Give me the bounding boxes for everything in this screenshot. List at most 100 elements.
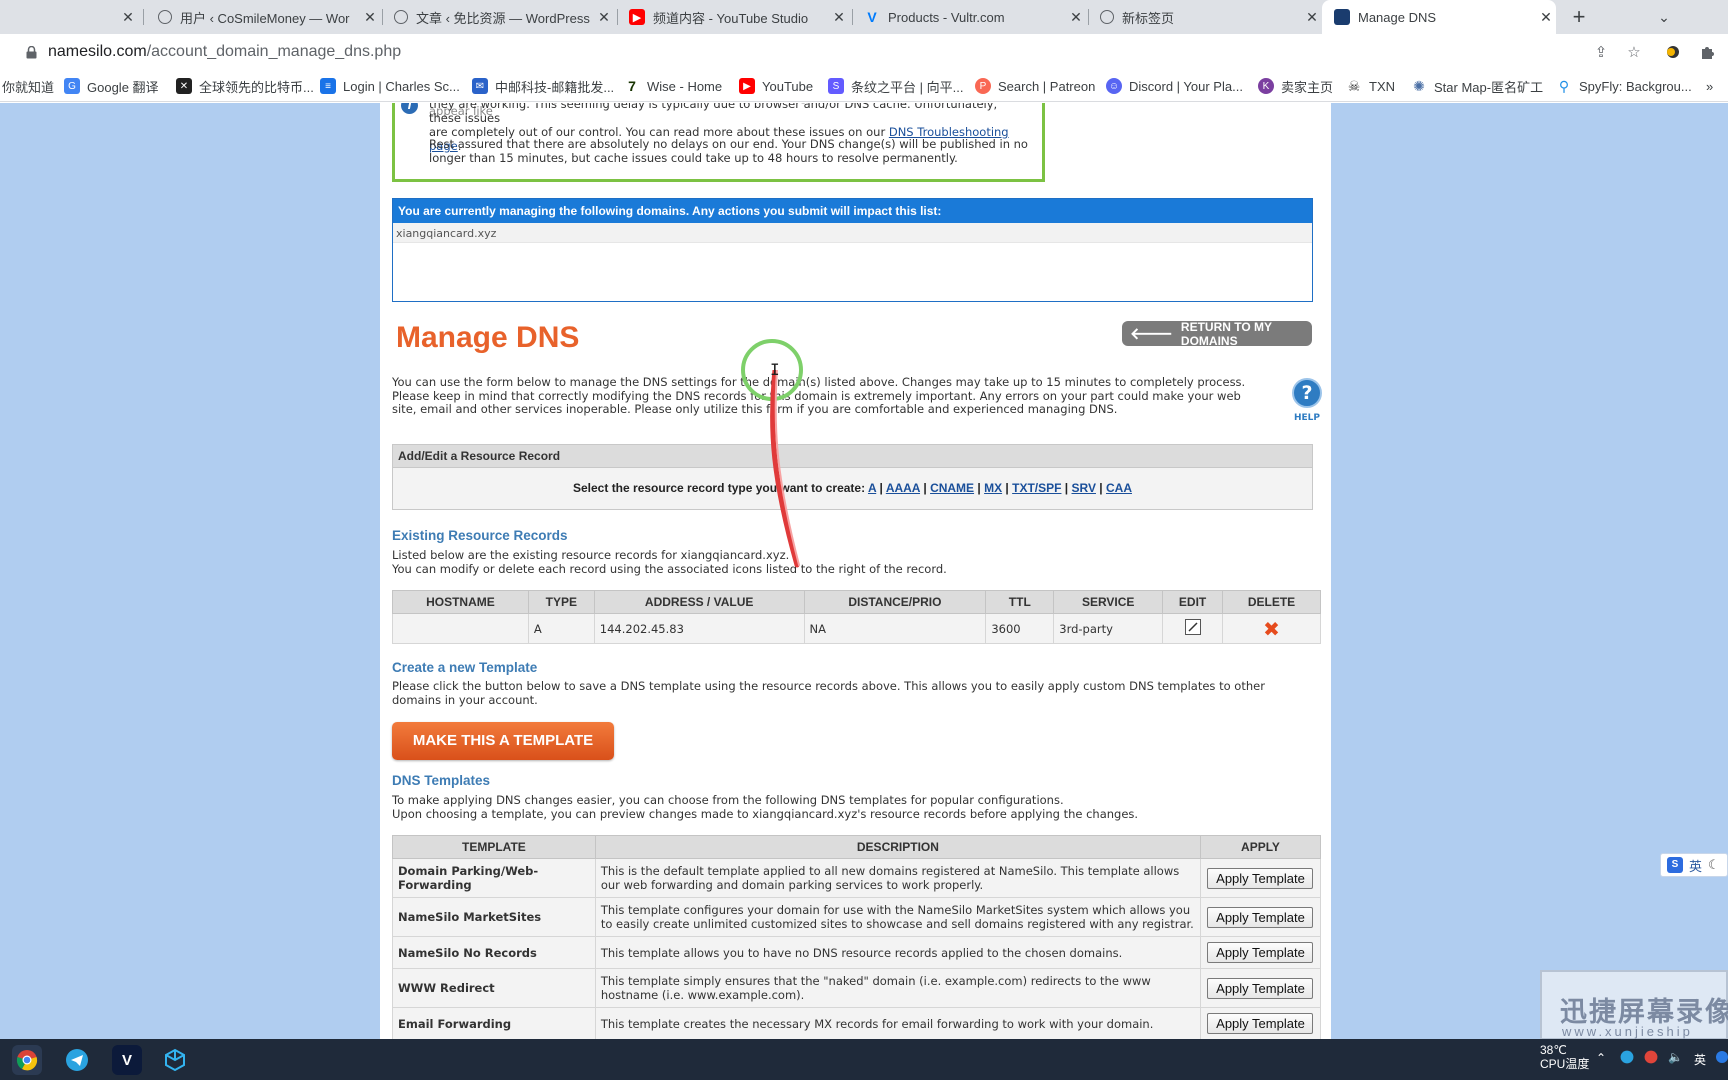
bitcoin-site-icon: ✕ — [176, 78, 192, 94]
share-icon[interactable]: ⇪ — [1591, 42, 1611, 62]
record-type-a-link[interactable]: A — [868, 481, 876, 495]
tab-close-button[interactable]: ✕ — [118, 0, 134, 34]
existing-records-title: Existing Resource Records — [392, 528, 568, 543]
bookmark-item[interactable]: G Google 翻译 — [64, 76, 159, 96]
record-type-aaaa-link[interactable]: AAAA — [886, 481, 920, 495]
ime-toolbar[interactable]: S 英 ☾ — [1660, 853, 1728, 877]
tab-youtube-studio[interactable]: ▶ 频道内容 - YouTube Studio ✕ — [629, 0, 849, 34]
apply-template-button[interactable]: Apply Template — [1207, 867, 1314, 889]
record-type-txt-link[interactable]: TXT/SPF — [1012, 481, 1061, 495]
tab-strip: ✕ 用户 ‹ CoSmileMoney — Wor ✕ 文章 ‹ 免比资源 — … — [0, 0, 1728, 34]
apply-template-button[interactable]: Apply Template — [1207, 1013, 1314, 1034]
ime-indicator[interactable]: 英 — [1694, 1051, 1706, 1080]
table-header-row: HOSTNAME TYPE ADDRESS / VALUE DISTANCE/P… — [392, 590, 1321, 614]
apply-template-button[interactable]: Apply Template — [1207, 942, 1314, 963]
star-map-icon: ✺ — [1413, 77, 1425, 94]
tab-new-tab[interactable]: 新标签页 ✕ — [1100, 0, 1322, 34]
bookmark-star-icon[interactable]: ☆ — [1624, 42, 1644, 62]
tab-close-icon[interactable]: ✕ — [360, 9, 380, 26]
chrome-icon — [1100, 10, 1114, 24]
bookmark-item[interactable]: P Search | Patreon — [975, 76, 1095, 96]
bookmark-item[interactable]: ≡ Login | Charles Sc... — [320, 76, 460, 96]
charles-schwab-icon: ≡ — [320, 78, 336, 94]
tab-search-chevron-icon[interactable]: ⌄ — [1652, 4, 1676, 30]
table-row: Email Forwarding This template creates t… — [392, 1007, 1322, 1039]
address-bar[interactable]: namesilo.com/account_domain_manage_dns.p… — [14, 36, 1629, 68]
tab-wordpress[interactable]: 文章 ‹ 免比资源 — WordPress ✕ — [394, 0, 614, 34]
make-template-button[interactable]: MAKE THIS A TEMPLATE — [392, 722, 614, 760]
google-translate-icon: G — [64, 78, 80, 94]
bookmark-item[interactable]: ✕ 全球领先的比特币... — [176, 76, 314, 96]
bookmark-item[interactable]: 7 Wise - Home — [624, 76, 722, 96]
chrome-taskbar-icon[interactable] — [12, 1045, 42, 1075]
volume-icon[interactable]: 🔈 — [1668, 1050, 1683, 1080]
bookmark-item[interactable]: ▶ YouTube — [739, 76, 813, 96]
globe-icon — [158, 10, 172, 24]
windows-taskbar: V 38℃ CPU温度 ⌃ 🔈 英 — [0, 1039, 1728, 1080]
delete-record-button[interactable]: ✖ — [1222, 613, 1321, 644]
bookmark-item[interactable]: ☺ Discord | Your Pla... — [1106, 76, 1243, 96]
help-button[interactable]: ? HELP — [1287, 378, 1327, 423]
spyfly-icon: ⚲ — [1558, 77, 1570, 94]
page-title: Manage DNS — [396, 321, 580, 354]
namesilo-page: i We publish DNS changes every 15 minute… — [380, 103, 1331, 1039]
tray-chevron-icon[interactable]: ⌃ — [1596, 1051, 1606, 1080]
create-template-text: Please click the button below to save a … — [392, 679, 1265, 707]
existing-records-text: Listed below are the existing resource r… — [392, 548, 947, 576]
bookmarks-overflow-button[interactable]: » — [1706, 76, 1713, 96]
cpu-temp-widget: 38℃ CPU温度 — [1540, 1043, 1590, 1071]
extension-profile-icon[interactable] — [1663, 42, 1683, 62]
bookmark-item[interactable]: ☠ TXN — [1346, 76, 1395, 96]
namesilo-icon — [1334, 9, 1350, 25]
return-to-domains-button[interactable]: 🡐 RETURN TO MY DOMAINS — [1122, 320, 1312, 348]
add-edit-header: Add/Edit a Resource Record — [393, 445, 1312, 468]
bookmark-item[interactable]: ⚲ SpyFly: Backgrou... — [1556, 76, 1692, 96]
extensions-puzzle-icon[interactable] — [1697, 42, 1717, 62]
bookmark-item[interactable]: ✺ Star Map-匿名矿工 — [1411, 76, 1543, 96]
browser-toolbar: namesilo.com/account_domain_manage_dns.p… — [0, 34, 1728, 70]
tab-manage-dns[interactable]: Manage DNS ✕ — [1322, 0, 1556, 34]
edit-record-button[interactable] — [1162, 613, 1224, 644]
record-type-selector: Select the resource record type you want… — [573, 481, 1132, 495]
mail-icon: ✉ — [472, 78, 488, 94]
apply-template-button[interactable]: Apply Template — [1207, 977, 1314, 999]
tab-close-icon[interactable]: ✕ — [1066, 9, 1086, 26]
dns-templates-text: To make applying DNS changes easier, you… — [392, 793, 1139, 821]
record-type-srv-link[interactable]: SRV — [1072, 481, 1096, 495]
table-row: WWW Redirect This template simply ensure… — [392, 968, 1322, 1008]
cube-app-taskbar-icon[interactable] — [160, 1045, 190, 1075]
bookmark-item[interactable]: S 条纹之平台 | 向平... — [828, 76, 963, 96]
record-type-cname-link[interactable]: CNAME — [930, 481, 974, 495]
tab-close-icon[interactable]: ✕ — [1536, 9, 1556, 26]
managed-domain-item: xiangqiancard.xyz — [393, 223, 1312, 243]
stripe-icon: S — [828, 78, 844, 94]
sogou-ime-icon: S — [1667, 857, 1683, 873]
vultr-taskbar-icon[interactable]: V — [112, 1045, 142, 1075]
tab-close-icon[interactable]: ✕ — [1302, 9, 1322, 26]
skull-icon: ☠ — [1347, 77, 1361, 94]
app-tray-icon[interactable] — [1644, 1050, 1658, 1080]
lock-icon[interactable] — [24, 45, 38, 59]
apply-template-button[interactable]: Apply Template — [1207, 906, 1314, 928]
patreon-icon: P — [975, 78, 991, 94]
text-cursor-icon: I — [770, 360, 780, 379]
dns-notice-box: i We publish DNS changes every 15 minute… — [392, 103, 1045, 182]
delete-x-icon: ✖ — [1263, 616, 1280, 641]
records-table: HOSTNAME TYPE ADDRESS / VALUE DISTANCE/P… — [392, 590, 1321, 644]
record-type-caa-link[interactable]: CAA — [1106, 481, 1132, 495]
bookmark-item[interactable]: K 卖家主页 — [1258, 76, 1333, 96]
tab-close-icon[interactable]: ✕ — [829, 9, 849, 26]
url-text[interactable]: namesilo.com/account_domain_manage_dns.p… — [48, 43, 401, 61]
annotation-pen-stroke — [770, 370, 800, 568]
telegram-tray-icon[interactable] — [1620, 1050, 1634, 1080]
page-viewport: i We publish DNS changes every 15 minute… — [0, 103, 1728, 1039]
telegram-taskbar-icon[interactable] — [62, 1045, 92, 1075]
tab-close-icon[interactable]: ✕ — [594, 9, 614, 26]
tab-vultr[interactable]: V Products - Vultr.com ✕ — [864, 0, 1086, 34]
bookmark-item[interactable]: 你就知道 — [2, 76, 54, 96]
notification-icon[interactable] — [1716, 1050, 1728, 1080]
record-type-mx-link[interactable]: MX — [984, 481, 1002, 495]
tab-cosmilemoney[interactable]: 用户 ‹ CoSmileMoney — Wor ✕ — [158, 0, 380, 34]
new-tab-button[interactable]: + — [1566, 4, 1592, 30]
bookmark-item[interactable]: ✉ 中邮科技-邮籍批发... — [472, 76, 614, 96]
